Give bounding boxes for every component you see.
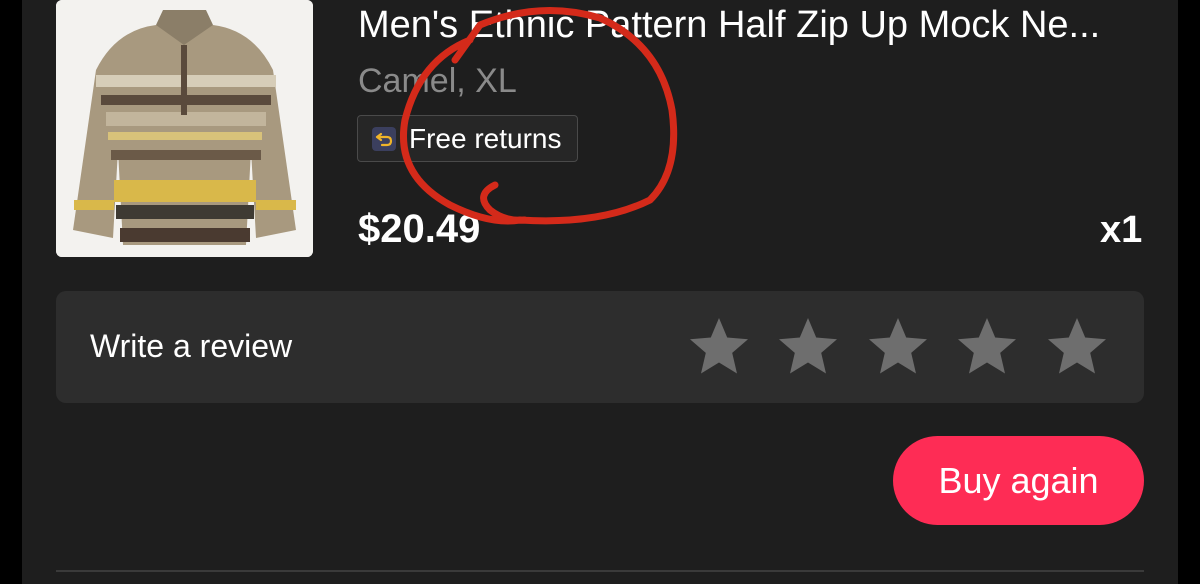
product-price: $20.49 (358, 207, 481, 251)
star-icon-2[interactable] (777, 316, 839, 378)
product-title[interactable]: Men's Ethnic Pattern Half Zip Up Mock Ne… (358, 2, 1148, 48)
free-returns-label: Free returns (409, 123, 562, 154)
product-thumbnail[interactable] (56, 0, 313, 257)
section-divider (56, 570, 1144, 572)
star-icon-4[interactable] (956, 316, 1018, 378)
star-icon-3[interactable] (867, 316, 929, 378)
write-review-label: Write a review (90, 328, 293, 364)
sweater-icon (56, 0, 313, 257)
buy-again-button[interactable]: Buy again (893, 436, 1144, 525)
product-quantity: x1 (1100, 209, 1143, 251)
star-icon-5[interactable] (1046, 316, 1108, 378)
product-variant: Camel, XL (358, 62, 517, 100)
free-returns-badge: Free returns (357, 115, 578, 162)
review-card[interactable]: Write a review (56, 291, 1144, 403)
star-icon-1[interactable] (688, 316, 750, 378)
return-arrow-icon (372, 127, 396, 151)
